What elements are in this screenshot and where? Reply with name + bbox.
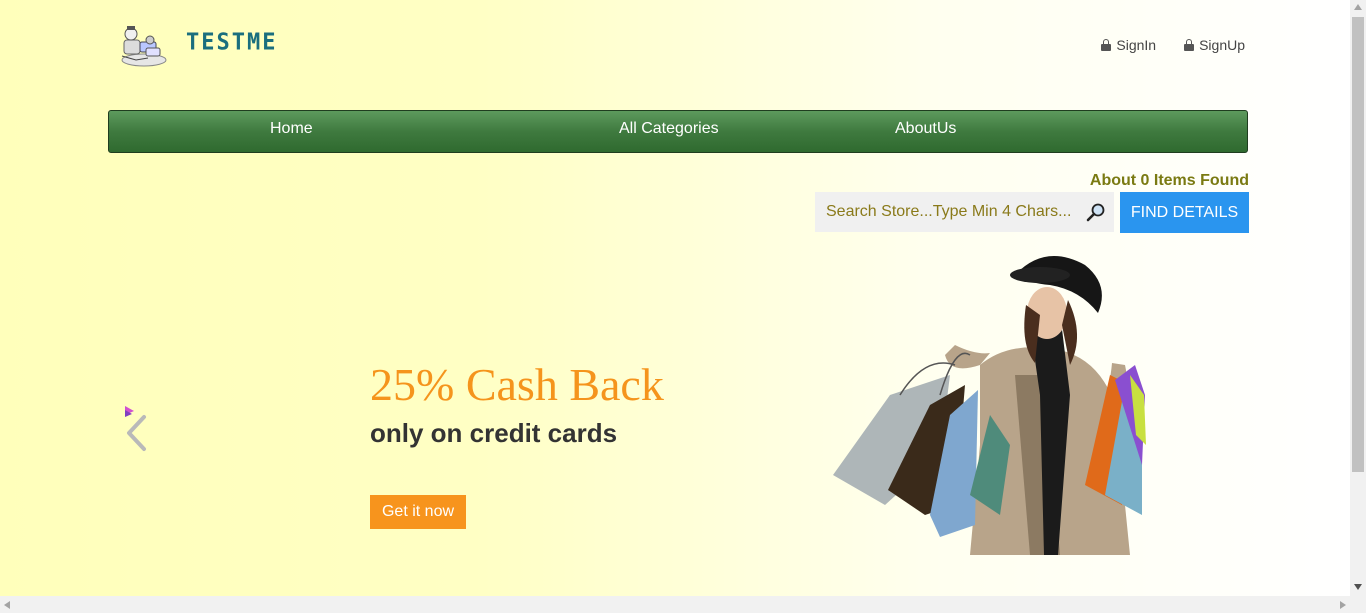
scroll-down-icon[interactable]: [1354, 584, 1362, 590]
chevron-left-icon[interactable]: [124, 405, 152, 455]
signin-link[interactable]: SignIn: [1101, 37, 1156, 53]
brand-name[interactable]: TESTME: [186, 29, 277, 55]
slide-subtitle: only on credit cards: [370, 418, 618, 448]
lock-icon: [1184, 39, 1195, 51]
nav-item-home[interactable]: Home: [270, 120, 313, 138]
nav-item-aboutus[interactable]: AboutUs: [895, 120, 956, 138]
page: TESTME SignIn SignUp Home All Categories…: [0, 0, 1350, 596]
nav-item-all-categories[interactable]: All Categories: [619, 120, 719, 138]
lock-icon: [1101, 39, 1112, 51]
search-box: [815, 192, 1114, 232]
signup-label: SignUp: [1199, 37, 1245, 53]
main-nav: Home All Categories AboutUs: [108, 110, 1248, 153]
scroll-thumb[interactable]: [1352, 17, 1364, 472]
results-count: About 0 Items Found: [1089, 172, 1249, 189]
get-it-now-button[interactable]: Get it now: [370, 495, 466, 529]
scroll-left-icon[interactable]: [4, 601, 10, 609]
find-details-button[interactable]: FIND DETAILS: [1120, 192, 1249, 233]
search-icon[interactable]: [1086, 202, 1106, 222]
search-input[interactable]: [815, 192, 1080, 232]
scroll-right-icon[interactable]: [1340, 601, 1346, 609]
vertical-scrollbar[interactable]: [1350, 0, 1366, 596]
slide-title: 25% Cash Back: [370, 359, 664, 410]
account-links: SignIn SignUp: [1101, 37, 1245, 53]
signup-link[interactable]: SignUp: [1184, 37, 1245, 53]
scroll-up-icon[interactable]: [1354, 4, 1362, 10]
horizontal-scrollbar[interactable]: [0, 596, 1366, 613]
signin-label: SignIn: [1116, 37, 1157, 53]
robot-logo-icon[interactable]: [118, 22, 168, 68]
shopping-woman-image: [833, 256, 1146, 555]
